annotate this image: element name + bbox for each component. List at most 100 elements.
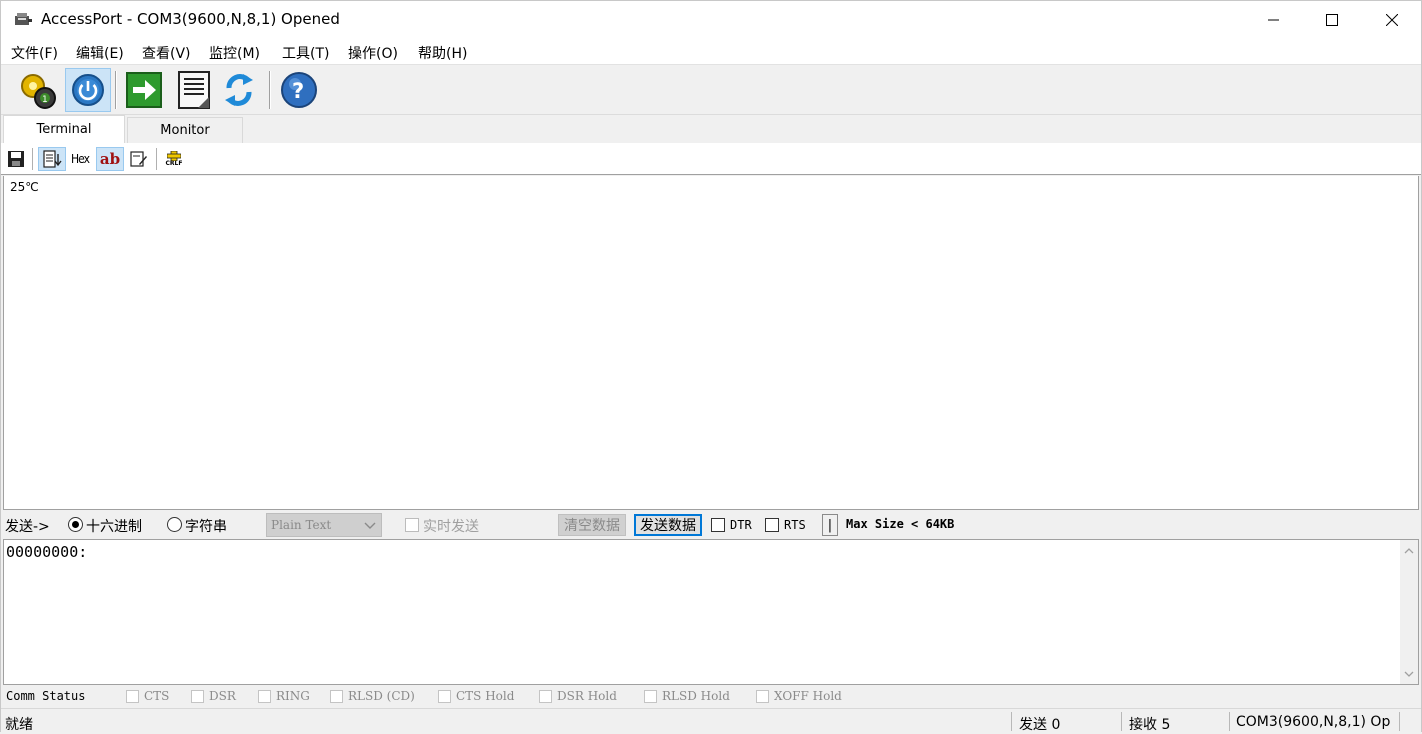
power-button[interactable] <box>65 68 111 112</box>
send-bar: 发送-> 十六进制 字符串 Plain Text 实时发送 清空数据 发送数据 … <box>1 511 1421 539</box>
ring-indicator: RING <box>258 689 310 703</box>
cts-hold-label: CTS Hold <box>456 689 515 703</box>
text-view-button[interactable]: ab <box>96 147 124 171</box>
edit-pencil-icon <box>130 151 147 167</box>
realtime-send-checkbox[interactable] <box>405 518 419 532</box>
status-sent-count: 发送 0 <box>1019 717 1061 733</box>
comm-status-bar: Comm Status CTS DSR RING RLSD (CD) CTS H… <box>1 686 1421 708</box>
refresh-button[interactable] <box>216 68 262 112</box>
xoff-hold-checkbox <box>756 689 769 703</box>
maximize-button[interactable] <box>1303 1 1361 39</box>
xoff-hold-label: XOFF Hold <box>774 689 842 703</box>
settings-button[interactable]: 1 <box>15 68 61 112</box>
save-disk-icon <box>8 151 24 167</box>
tab-strip: Terminal Monitor <box>1 115 1421 143</box>
clear-data-button[interactable]: 清空数据 <box>558 514 626 536</box>
scroll-down-icon <box>43 150 62 168</box>
chevron-down-icon <box>364 522 376 529</box>
menu-edit[interactable]: 编辑(E) <box>76 43 124 63</box>
scroll-up-icon[interactable] <box>1403 545 1415 557</box>
minimize-icon <box>1268 19 1279 21</box>
cts-hold-checkbox <box>438 689 451 703</box>
menu-operate[interactable]: 操作(O) <box>348 43 398 63</box>
hex-input-text: 00000000: <box>6 543 88 561</box>
terminal-output[interactable]: 25℃ <box>3 176 1419 510</box>
title-bar: AccessPort - COM3(9600,N,8,1) Opened <box>1 1 1421 39</box>
format-select[interactable]: Plain Text <box>266 513 382 537</box>
terminal-text: 25℃ <box>10 180 39 194</box>
terminal-toolbar: Hex ab CRLF <box>1 143 1421 175</box>
scroll-down-arrow-icon[interactable] <box>1403 668 1415 680</box>
realtime-send-label: 实时发送 <box>423 519 479 535</box>
close-icon <box>1386 14 1398 26</box>
comm-status-title: Comm Status <box>6 689 86 703</box>
rts-checkbox[interactable] <box>765 518 779 532</box>
hex-radio[interactable] <box>68 517 83 532</box>
send-file-button[interactable] <box>121 68 167 112</box>
menu-view[interactable]: 查看(V) <box>142 43 191 63</box>
dsr-label: DSR <box>209 689 236 703</box>
save-button[interactable] <box>5 147 27 171</box>
string-radio[interactable] <box>167 517 182 532</box>
window-title: AccessPort - COM3(9600,N,8,1) Opened <box>41 10 340 28</box>
menu-file[interactable]: 文件(F) <box>11 43 58 63</box>
document-icon <box>178 71 210 109</box>
status-bar: 就绪 发送 0 接收 5 COM3(9600,N,8,1) Op <box>1 708 1421 733</box>
dtr-label: DTR <box>730 518 752 532</box>
green-arrow-icon <box>126 72 162 108</box>
cts-checkbox <box>126 689 139 703</box>
dtr-checkbox[interactable] <box>711 518 725 532</box>
status-divider <box>1229 712 1230 731</box>
toolbar-separator <box>32 148 33 170</box>
tab-terminal[interactable]: Terminal <box>3 115 125 143</box>
hex-view-button[interactable]: Hex <box>68 147 92 171</box>
rlsd-indicator: RLSD (CD) <box>330 689 415 703</box>
status-divider <box>1399 712 1400 731</box>
minimize-button[interactable] <box>1245 1 1303 39</box>
help-button[interactable]: ? <box>276 68 322 112</box>
cts-label: CTS <box>144 689 170 703</box>
document-button[interactable] <box>171 68 217 112</box>
menu-tools[interactable]: 工具(T) <box>282 43 329 63</box>
main-toolbar: 1 ? <box>1 65 1421 115</box>
rlsd-hold-checkbox <box>644 689 657 703</box>
rlsd-label: RLSD (CD) <box>348 689 415 703</box>
vertical-scrollbar[interactable] <box>1400 540 1418 684</box>
rlsd-hold-label: RLSD Hold <box>662 689 730 703</box>
dsr-indicator: DSR <box>191 689 236 703</box>
menu-help[interactable]: 帮助(H) <box>418 43 467 63</box>
close-button[interactable] <box>1363 1 1421 39</box>
rlsd-checkbox <box>330 689 343 703</box>
auto-scroll-button[interactable] <box>38 147 66 171</box>
toolbar-separator <box>115 71 117 109</box>
hex-input-area[interactable]: 00000000: <box>3 539 1419 685</box>
rts-label: RTS <box>784 518 806 532</box>
dsr-hold-checkbox <box>539 689 552 703</box>
crlf-label: CRLF <box>165 160 183 167</box>
ring-checkbox <box>258 689 271 703</box>
help-icon: ? <box>281 72 317 108</box>
menu-monitor[interactable]: 监控(M) <box>209 43 260 63</box>
dsr-checkbox <box>191 689 204 703</box>
cts-hold-indicator: CTS Hold <box>438 689 514 703</box>
crlf-button[interactable]: CRLF <box>162 147 186 171</box>
dsr-hold-indicator: DSR Hold <box>539 689 617 703</box>
send-data-button[interactable]: 发送数据 <box>634 514 702 536</box>
toolbar-separator <box>269 71 271 109</box>
break-button[interactable]: | <box>822 514 838 536</box>
hex-radio-label[interactable]: 十六进制 <box>86 516 142 536</box>
rlsd-hold-indicator: RLSD Hold <box>644 689 730 703</box>
toolbar-separator <box>156 148 157 170</box>
dsr-hold-label: DSR Hold <box>557 689 617 703</box>
xoff-hold-indicator: XOFF Hold <box>756 689 842 703</box>
refresh-arrows-icon <box>225 74 253 106</box>
tab-monitor[interactable]: Monitor <box>127 117 243 143</box>
edit-button[interactable] <box>127 147 151 171</box>
settings-gear-icon: 1 <box>21 74 56 109</box>
cts-indicator: CTS <box>126 689 169 703</box>
status-divider <box>1011 712 1012 731</box>
string-radio-label[interactable]: 字符串 <box>185 516 227 536</box>
app-window: AccessPort - COM3(9600,N,8,1) Opened 文件(… <box>0 0 1422 733</box>
send-label: 发送-> <box>5 519 50 535</box>
ring-label: RING <box>276 689 310 703</box>
